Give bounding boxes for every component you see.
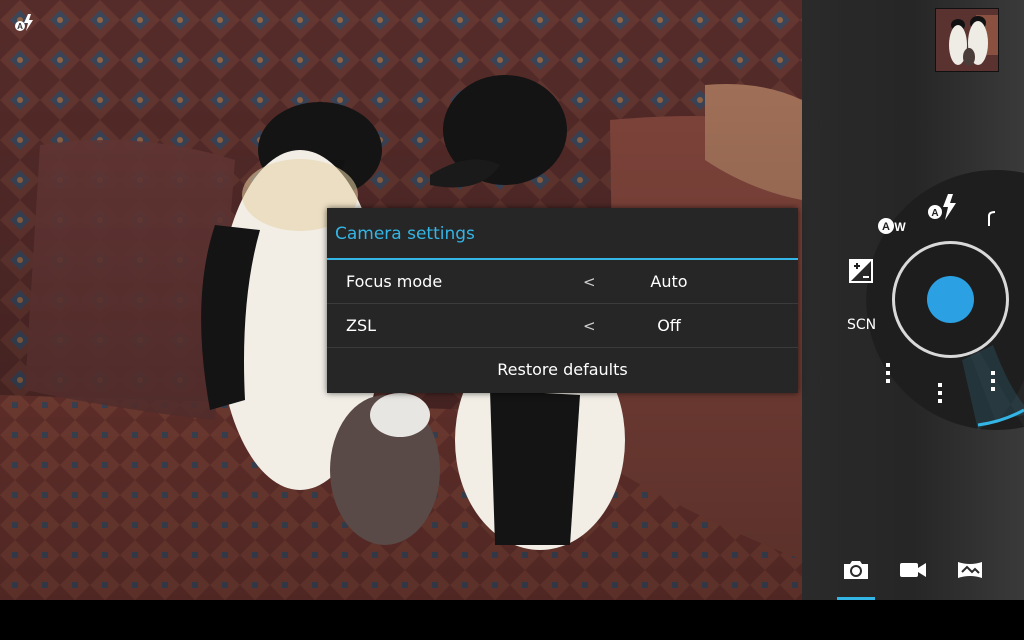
system-navigation-bar bbox=[0, 600, 1024, 640]
white-balance-auto-icon[interactable]: A W bbox=[876, 214, 910, 244]
flash-mode-icon[interactable]: A bbox=[926, 192, 960, 222]
setting-label: Focus mode bbox=[346, 272, 443, 291]
setting-value[interactable]: Auto bbox=[617, 260, 721, 304]
more-settings-icon-active[interactable] bbox=[983, 366, 1003, 396]
wb-auto-letter: A bbox=[882, 221, 890, 233]
dialog-title: Camera settings bbox=[327, 208, 798, 260]
setting-label: ZSL bbox=[346, 316, 377, 335]
flash-mode-letter: A bbox=[931, 208, 938, 219]
flash-auto-icon[interactable]: A bbox=[14, 12, 36, 34]
zoom-indicator-icon bbox=[986, 208, 1000, 230]
previous-value-arrow[interactable]: < bbox=[583, 260, 596, 304]
previous-value-arrow[interactable]: < bbox=[583, 304, 596, 348]
exposure-icon[interactable] bbox=[847, 257, 877, 287]
panorama-mode-icon[interactable] bbox=[954, 556, 986, 584]
setting-row-zsl[interactable]: ZSL < Off bbox=[327, 304, 798, 348]
camera-mode-icon[interactable] bbox=[840, 556, 872, 584]
scene-mode-label[interactable]: SCN bbox=[847, 317, 876, 333]
flash-auto-letter: A bbox=[17, 22, 23, 31]
camera-settings-dialog: Camera settings Focus mode < Auto ZSL < … bbox=[327, 208, 798, 393]
shutter-button[interactable] bbox=[892, 241, 1009, 358]
more-settings-icon-left[interactable] bbox=[878, 358, 898, 388]
wb-suffix: W bbox=[894, 220, 906, 234]
shutter-inner-circle bbox=[927, 276, 974, 323]
more-settings-icon-center[interactable] bbox=[930, 378, 950, 408]
restore-defaults-button[interactable]: Restore defaults bbox=[327, 348, 798, 392]
video-mode-icon[interactable] bbox=[897, 556, 929, 584]
setting-value[interactable]: Off bbox=[617, 304, 721, 348]
setting-row-focus-mode[interactable]: Focus mode < Auto bbox=[327, 260, 798, 304]
gallery-thumbnail[interactable] bbox=[935, 8, 999, 72]
photo-thumbnail bbox=[936, 9, 998, 71]
